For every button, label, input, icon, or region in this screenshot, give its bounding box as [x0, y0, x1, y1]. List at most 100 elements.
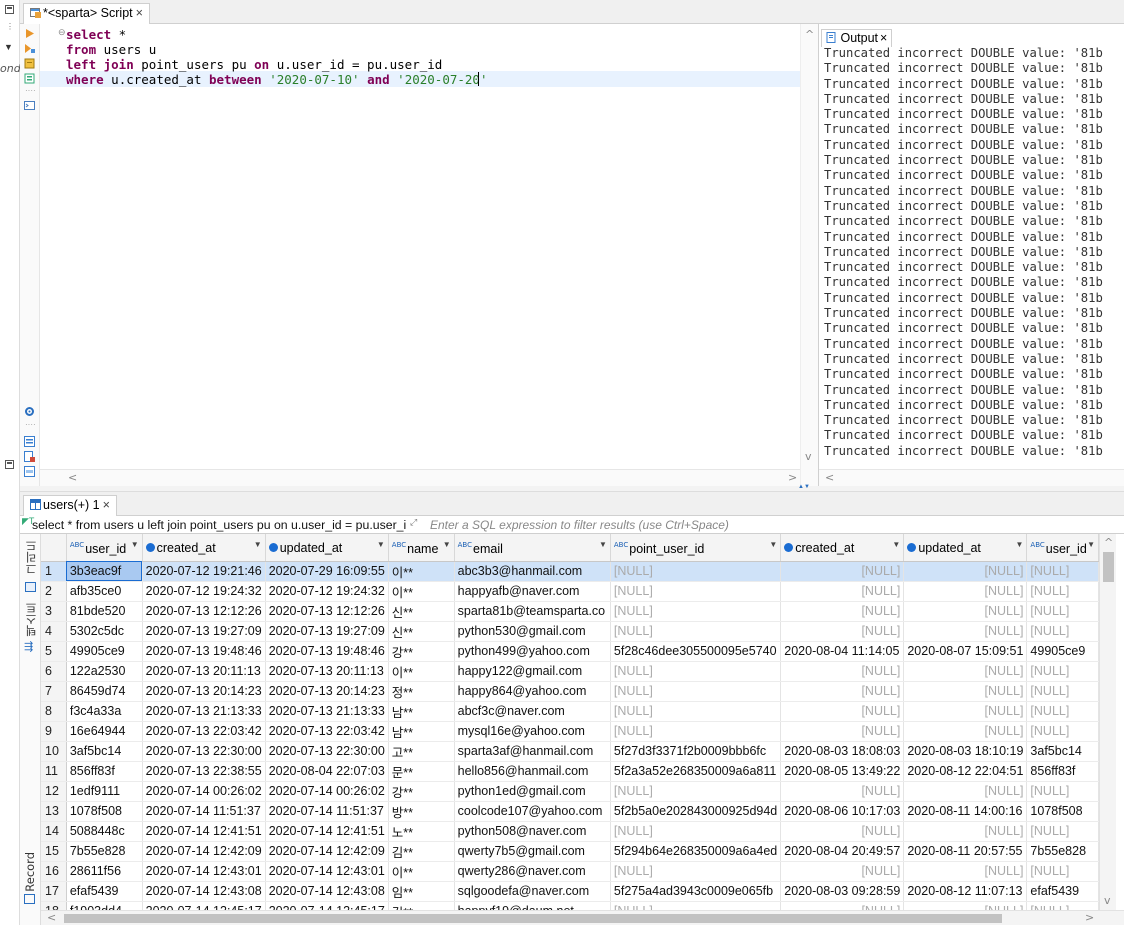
code-line[interactable]: where u.created_at between '2020-07-10' …: [66, 72, 487, 87]
table-cell[interactable]: 2020-07-13 21:13:33: [142, 701, 266, 722]
chevron-right-icon[interactable]: >: [1085, 911, 1094, 924]
table-cell[interactable]: abc3b3@hanmail.com: [454, 561, 611, 582]
table-cell[interactable]: happyf19@daum.net: [454, 901, 611, 910]
table-cell[interactable]: mysql16e@yahoo.com: [454, 721, 611, 742]
table-row[interactable]: 6 122a2530 2020-07-13 20:11:13 2020-07-13 2…: [41, 661, 1099, 682]
close-icon[interactable]: ×: [136, 6, 143, 20]
code-line[interactable]: from users u: [66, 42, 156, 57]
table-cell[interactable]: hello856@hanmail.com: [454, 761, 611, 782]
scroll-thumb[interactable]: [64, 914, 1002, 923]
sort-arrow-icon[interactable]: ▼: [377, 540, 385, 549]
table-cell[interactable]: 2020-07-13 19:48:46: [142, 641, 266, 662]
table-cell[interactable]: 2020-07-13 20:11:13: [142, 661, 266, 682]
table-cell[interactable]: 1078f508: [1026, 801, 1099, 822]
table-cell[interactable]: 2020-07-29 16:09:55: [265, 561, 389, 582]
run-script-icon[interactable]: [24, 43, 35, 54]
table-cell[interactable]: 86459d74: [66, 681, 143, 702]
table-cell[interactable]: [NULL]: [780, 661, 905, 682]
table-cell[interactable]: happyafb@naver.com: [454, 581, 611, 602]
table-cell[interactable]: qwerty286@naver.com: [454, 861, 611, 882]
table-cell[interactable]: 2020-07-14 12:45:17: [142, 901, 266, 910]
close-icon[interactable]: ×: [880, 31, 887, 45]
table-cell[interactable]: 2020-08-03 18:08:03: [780, 741, 905, 762]
grid-icon[interactable]: [25, 582, 36, 592]
sql-editor[interactable]: ⊖ select * from users u left join point_us…: [40, 24, 800, 469]
table-cell[interactable]: 2020-07-14 12:43:01: [142, 861, 266, 882]
terminal-icon[interactable]: [24, 100, 35, 111]
table-cell[interactable]: 5f28c46dee305500095e5740: [610, 641, 782, 662]
table-cell[interactable]: sparta81b@teamsparta.co: [454, 601, 611, 622]
table-cell[interactable]: 5f2b5a0e202843000925d94d: [610, 801, 782, 822]
table-cell[interactable]: [NULL]: [780, 721, 905, 742]
run-statement-icon[interactable]: [24, 28, 35, 39]
table-cell[interactable]: 2020-07-14 12:42:09: [142, 841, 266, 862]
chevron-down-icon[interactable]: v: [805, 450, 812, 463]
table-row[interactable]: 17 efaf5439 2020-07-14 12:43:08 2020-07-14 …: [41, 881, 1099, 902]
table-row[interactable]: 14 5088448c 2020-07-14 12:41:51 2020-07-14 …: [41, 821, 1099, 842]
output-horizontal-scrollbar[interactable]: <: [819, 469, 1124, 486]
table-cell[interactable]: 49905ce9: [66, 641, 143, 662]
table-cell[interactable]: [NULL]: [903, 681, 1028, 702]
filter-icon[interactable]: ⇶: [24, 640, 33, 653]
grid-view-tab[interactable]: 그리드: [23, 540, 39, 575]
table-row[interactable]: 1 3b3eac9f 2020-07-12 19:21:46 2020-07-29 1…: [41, 561, 1099, 582]
table-row[interactable]: 4 5302c5dc 2020-07-13 19:27:09 2020-07-13 1…: [41, 621, 1099, 642]
table-cell[interactable]: 2020-07-13 22:03:42: [265, 721, 389, 742]
table-cell[interactable]: [NULL]: [1026, 661, 1099, 682]
table-cell[interactable]: 이**: [388, 581, 455, 602]
settings-gear-icon[interactable]: [24, 406, 35, 417]
table-cell[interactable]: f1903dd4: [66, 901, 143, 910]
sort-arrow-icon[interactable]: ▼: [1087, 540, 1095, 549]
table-cell[interactable]: f3c4a33a: [66, 701, 143, 722]
table-cell[interactable]: 방**: [388, 801, 455, 822]
column-header-updated-at[interactable]: updated_at ▼: [265, 534, 389, 562]
table-cell[interactable]: 2020-07-12 19:24:32: [142, 581, 266, 602]
table-cell[interactable]: 2020-08-12 11:07:13: [903, 881, 1028, 902]
table-row[interactable]: 9 16e64944 2020-07-13 22:03:42 2020-07-13 2…: [41, 721, 1099, 742]
table-cell[interactable]: 신**: [388, 601, 455, 622]
table-cell[interactable]: 2020-07-13 19:27:09: [265, 621, 389, 642]
table-cell[interactable]: [NULL]: [1026, 581, 1099, 602]
table-cell[interactable]: 2020-08-07 15:09:51: [903, 641, 1028, 662]
execute-new-tab-icon[interactable]: [24, 58, 35, 69]
table-cell[interactable]: [NULL]: [1026, 861, 1099, 882]
expand-icon[interactable]: ⤢: [410, 517, 417, 528]
table-cell[interactable]: 2020-08-12 22:04:51: [903, 761, 1028, 782]
table-cell[interactable]: 2020-07-14 12:43:08: [265, 881, 389, 902]
close-icon[interactable]: ×: [103, 498, 110, 512]
table-cell[interactable]: 정**: [388, 681, 455, 702]
table-cell[interactable]: 3af5bc14: [66, 741, 143, 762]
table-cell[interactable]: [NULL]: [1026, 681, 1099, 702]
table-cell[interactable]: 2020-07-13 22:30:00: [142, 741, 266, 762]
table-cell[interactable]: [NULL]: [610, 561, 782, 582]
scroll-thumb[interactable]: [1103, 552, 1114, 582]
menu-dots-icon[interactable]: ⋮: [6, 22, 14, 31]
column-header-created-at[interactable]: created_at ▼: [780, 534, 905, 562]
table-cell[interactable]: 5f2a3a52e268350009a6a811: [610, 761, 782, 782]
table-cell[interactable]: 2020-07-12 19:21:46: [142, 561, 266, 582]
table-cell[interactable]: [NULL]: [1026, 601, 1099, 622]
code-line[interactable]: left join point_users pu on u.user_id = …: [66, 57, 442, 72]
table-cell[interactable]: [NULL]: [610, 681, 782, 702]
filter-input[interactable]: Enter a SQL expression to filter results…: [430, 518, 729, 532]
table-cell[interactable]: 2020-08-04 22:07:03: [265, 761, 389, 782]
table-cell[interactable]: 5f275a4ad3943c0009e065fb: [610, 881, 782, 902]
table-row[interactable]: 3 81bde520 2020-07-13 12:12:26 2020-07-13 1…: [41, 601, 1099, 622]
table-cell[interactable]: 남**: [388, 721, 455, 742]
table-cell[interactable]: coolcode107@yahoo.com: [454, 801, 611, 822]
table-cell[interactable]: [NULL]: [610, 661, 782, 682]
table-cell[interactable]: [NULL]: [610, 721, 782, 742]
table-cell[interactable]: 2020-07-14 11:51:37: [265, 801, 389, 822]
table-cell[interactable]: [NULL]: [903, 561, 1028, 582]
table-cell[interactable]: [NULL]: [1026, 621, 1099, 642]
table-cell[interactable]: 49905ce9: [1026, 641, 1099, 662]
table-cell[interactable]: [NULL]: [780, 701, 905, 722]
table-cell[interactable]: [NULL]: [610, 821, 782, 842]
table-cell[interactable]: 7b55e828: [1026, 841, 1099, 862]
table-cell[interactable]: 문**: [388, 761, 455, 782]
table-cell[interactable]: [NULL]: [610, 701, 782, 722]
table-row[interactable]: 8 f3c4a33a 2020-07-13 21:13:33 2020-07-13 2…: [41, 701, 1099, 722]
editor-vertical-scrollbar[interactable]: ^ v: [800, 24, 818, 486]
table-cell[interactable]: 2020-07-13 19:48:46: [265, 641, 389, 662]
table-cell[interactable]: [NULL]: [1026, 901, 1099, 910]
